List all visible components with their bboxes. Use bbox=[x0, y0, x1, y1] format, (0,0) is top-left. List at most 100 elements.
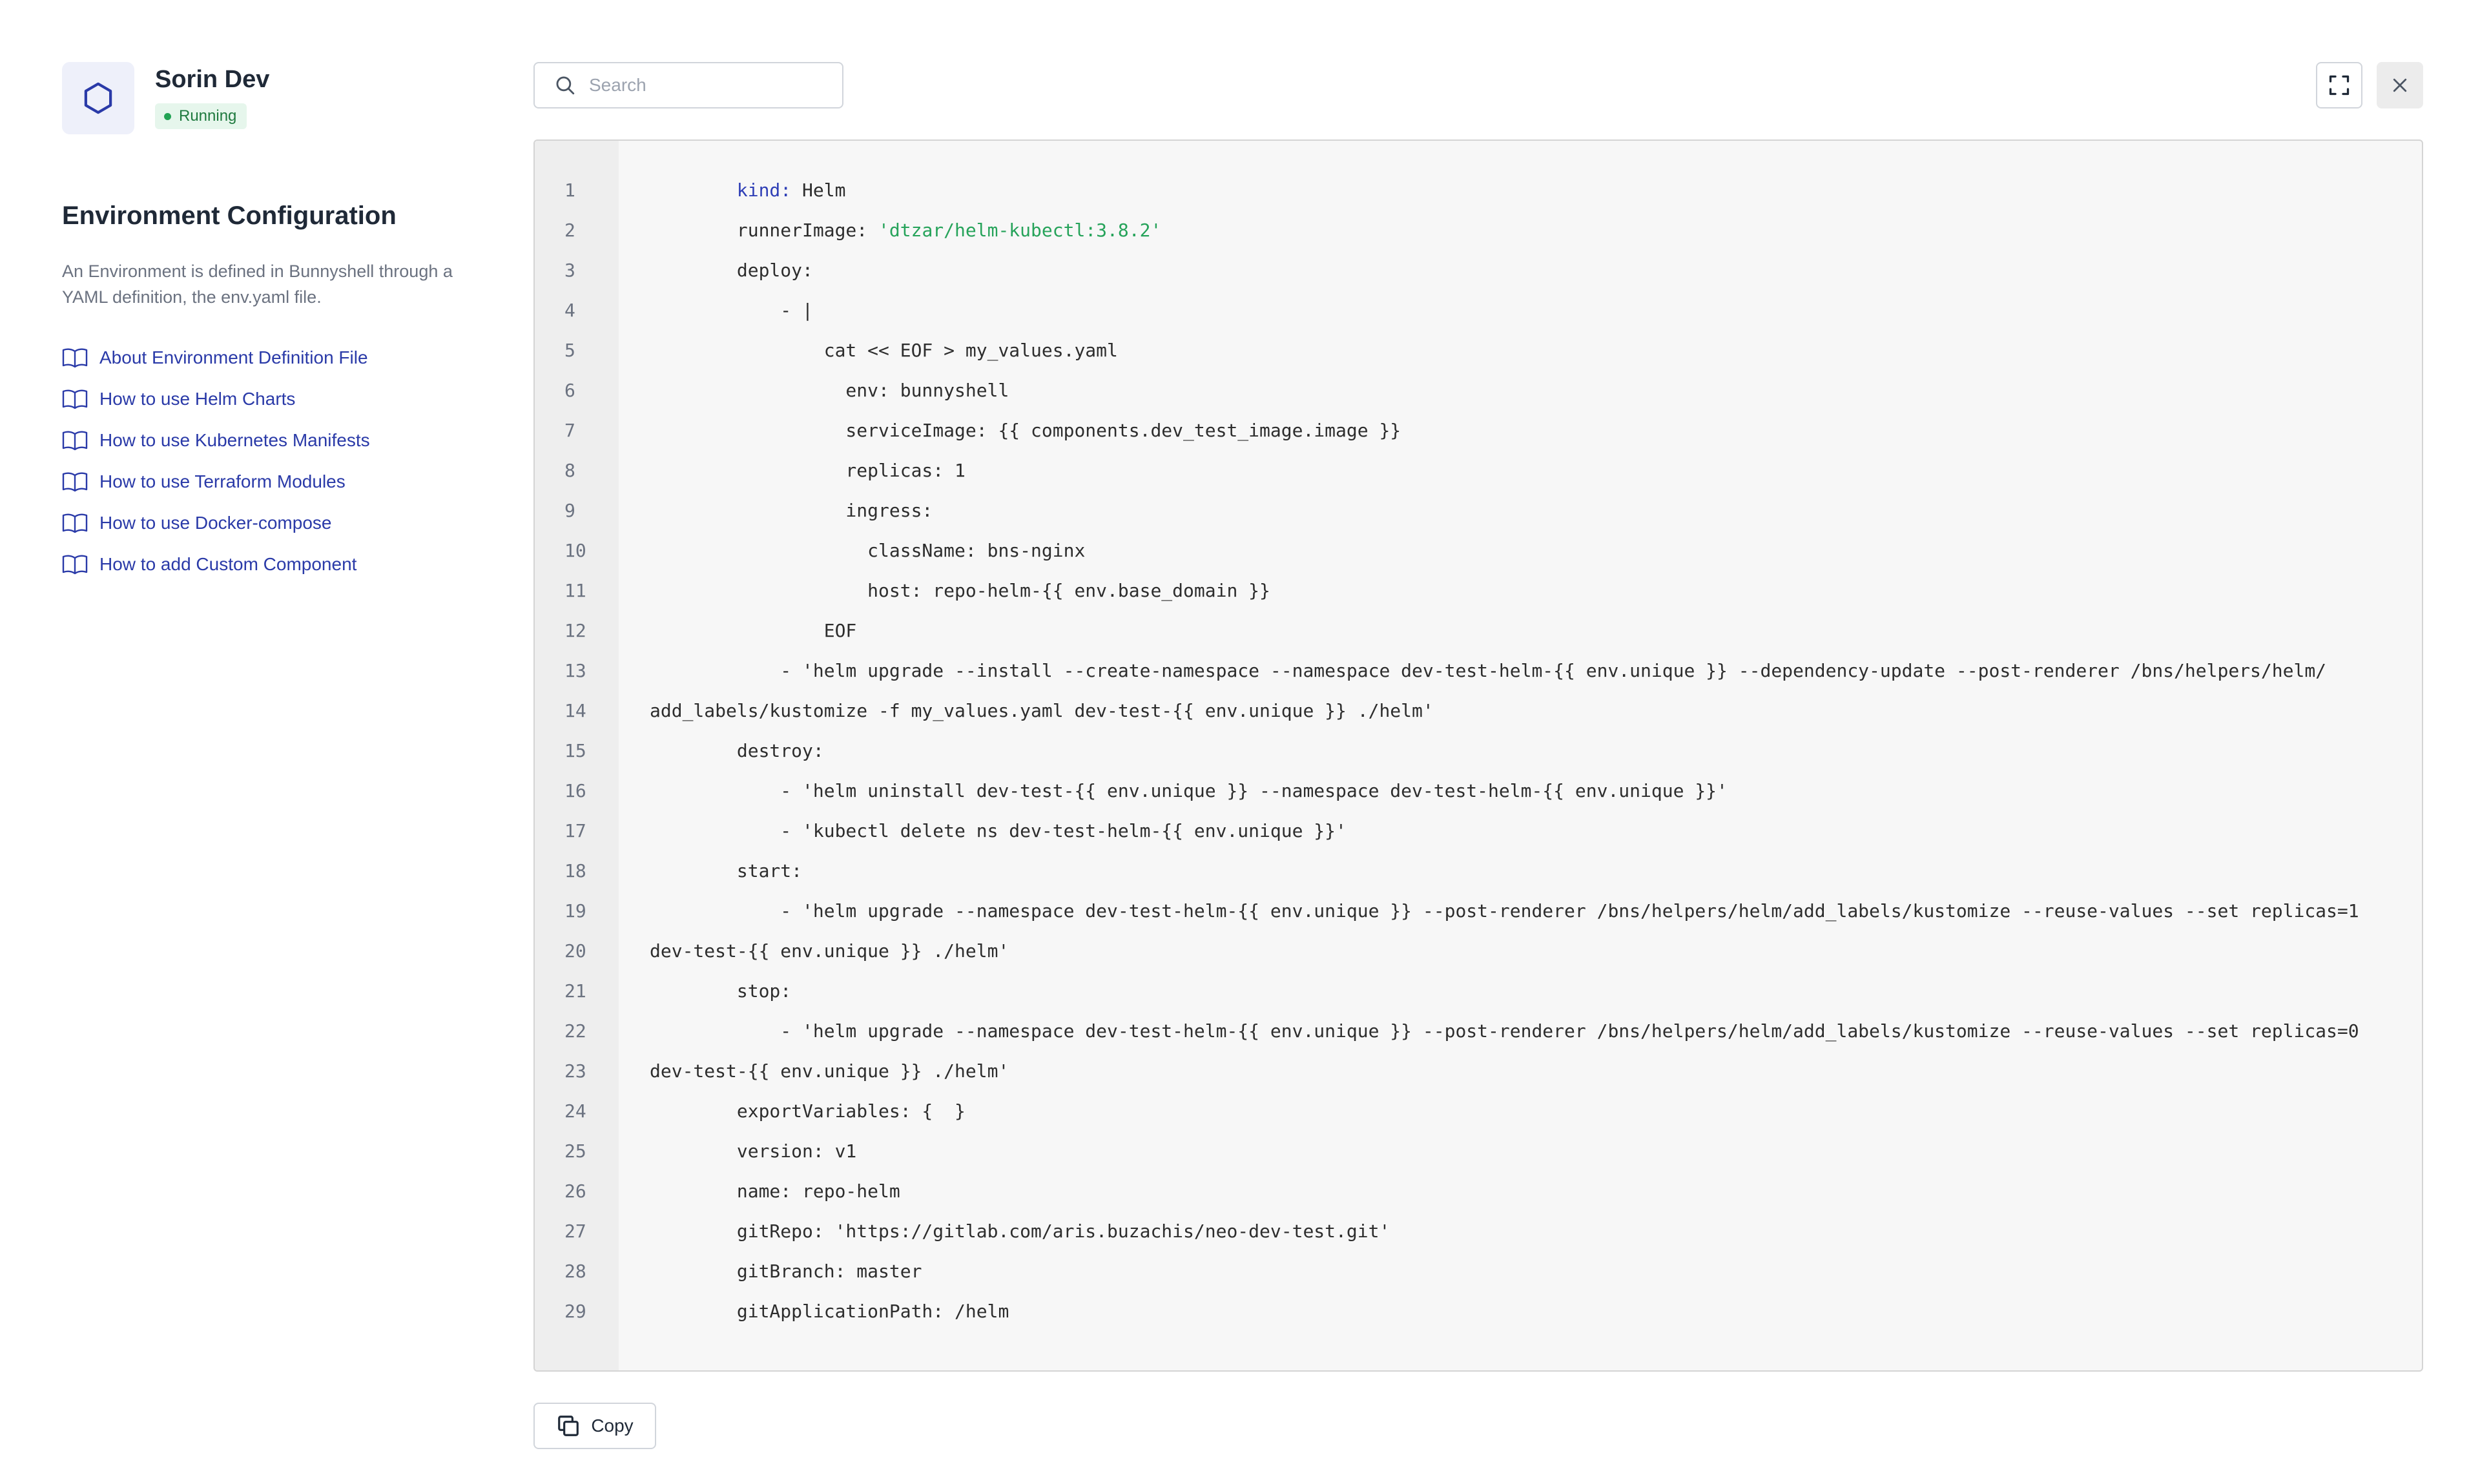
line-content: dev-test-{{ env.unique }} ./helm' bbox=[650, 931, 1009, 971]
code-line: 25 version: v1 bbox=[535, 1131, 2422, 1171]
code-line: 1 kind: Helm bbox=[535, 170, 2422, 211]
search-icon bbox=[556, 76, 575, 95]
documentation-links: About Environment Definition File How to… bbox=[62, 337, 370, 585]
yaml-text-token: - 'helm upgrade --namespace dev-test-hel… bbox=[650, 1020, 2359, 1042]
line-content: start: bbox=[650, 851, 802, 891]
line-content: exportVariables: { } bbox=[650, 1091, 966, 1131]
line-content: gitRepo: 'https://gitlab.com/aris.buzach… bbox=[650, 1211, 1390, 1252]
line-content: add_labels/kustomize -f my_values.yaml d… bbox=[650, 691, 1434, 731]
code-line: 16 - 'helm uninstall dev-test-{{ env.uni… bbox=[535, 771, 2422, 811]
line-number: 11 bbox=[564, 580, 586, 601]
yaml-editor[interactable]: 1 kind: Helm 2 runnerImage: 'dtzar/helm-k… bbox=[533, 139, 2423, 1372]
yaml-text-token: destroy: bbox=[650, 740, 824, 761]
line-content: className: bns-nginx bbox=[650, 531, 1085, 571]
line-content: cat << EOF > my_values.yaml bbox=[650, 331, 1118, 371]
doc-link-custom-component[interactable]: How to add Custom Component bbox=[62, 544, 370, 585]
doc-link-label: How to use Terraform Modules bbox=[99, 471, 346, 491]
code-line: 24 exportVariables: { } bbox=[535, 1091, 2422, 1131]
code-line: 27 gitRepo: 'https://gitlab.com/aris.buz… bbox=[535, 1211, 2422, 1252]
line-content: runnerImage: 'dtzar/helm-kubectl:3.8.2' bbox=[650, 211, 1161, 251]
line-number: 28 bbox=[564, 1261, 586, 1282]
line-number: 12 bbox=[564, 620, 586, 641]
code-line: 5 cat << EOF > my_values.yaml bbox=[535, 331, 2422, 371]
doc-link-helm-charts[interactable]: How to use Helm Charts bbox=[62, 378, 370, 420]
line-content: - 'helm upgrade --namespace dev-test-hel… bbox=[650, 1011, 2359, 1051]
line-number: 27 bbox=[564, 1221, 586, 1242]
line-number: 10 bbox=[564, 540, 586, 561]
line-number: 13 bbox=[564, 660, 586, 681]
line-number: 22 bbox=[564, 1020, 586, 1042]
book-icon bbox=[62, 513, 88, 533]
doc-link-terraform-modules[interactable]: How to use Terraform Modules bbox=[62, 461, 370, 502]
code-line: 4 - | bbox=[535, 291, 2422, 331]
code-line: 20 dev-test-{{ env.unique }} ./helm' bbox=[535, 931, 2422, 971]
fullscreen-button[interactable] bbox=[2316, 62, 2362, 108]
yaml-text-token: deploy: bbox=[650, 260, 813, 281]
code-line: 18 start: bbox=[535, 851, 2422, 891]
line-number: 20 bbox=[564, 940, 586, 962]
yaml-text-token: env: bunnyshell bbox=[650, 380, 1009, 401]
copy-button[interactable]: Copy bbox=[533, 1403, 656, 1449]
yaml-text-token: - 'helm uninstall dev-test-{{ env.unique… bbox=[650, 780, 1728, 801]
section-title: Environment Configuration bbox=[62, 201, 397, 230]
line-content: replicas: 1 bbox=[650, 451, 966, 491]
code-line: 28 gitBranch: master bbox=[535, 1252, 2422, 1292]
line-content: EOF bbox=[650, 611, 857, 651]
doc-link-environment-definition[interactable]: About Environment Definition File bbox=[62, 337, 370, 378]
line-number: 2 bbox=[564, 220, 575, 241]
line-number: 8 bbox=[564, 460, 575, 481]
code-line: 22 - 'helm upgrade --namespace dev-test-… bbox=[535, 1011, 2422, 1051]
yaml-text-token: className: bns-nginx bbox=[650, 540, 1086, 561]
line-number: 16 bbox=[564, 780, 586, 801]
doc-link-kubernetes-manifests[interactable]: How to use Kubernetes Manifests bbox=[62, 420, 370, 461]
yaml-text-token: exportVariables: { } bbox=[650, 1100, 966, 1122]
search-input[interactable] bbox=[588, 74, 836, 96]
environment-header: Sorin Dev Running bbox=[62, 62, 269, 134]
line-content: - 'kubectl delete ns dev-test-helm-{{ en… bbox=[650, 811, 1347, 851]
doc-link-docker-compose[interactable]: How to use Docker-compose bbox=[62, 502, 370, 544]
yaml-text-token: - 'helm upgrade --namespace dev-test-hel… bbox=[650, 900, 2359, 922]
book-icon bbox=[62, 555, 88, 575]
code-line: 9 ingress: bbox=[535, 491, 2422, 531]
line-content: - | bbox=[650, 291, 813, 331]
code-line: 19 - 'helm upgrade --namespace dev-test-… bbox=[535, 891, 2422, 931]
yaml-text-token: - | bbox=[650, 300, 813, 321]
line-number: 6 bbox=[564, 380, 575, 401]
line-content: dev-test-{{ env.unique }} ./helm' bbox=[650, 1051, 1009, 1091]
yaml-text-token: name: repo-helm bbox=[650, 1180, 900, 1202]
code-line: 14 add_labels/kustomize -f my_values.yaml… bbox=[535, 691, 2422, 731]
yaml-text-token: - 'kubectl delete ns dev-test-helm-{{ en… bbox=[650, 820, 1347, 841]
code-line: 15 destroy: bbox=[535, 731, 2422, 771]
line-number: 26 bbox=[564, 1180, 586, 1202]
code-line: 21 stop: bbox=[535, 971, 2422, 1011]
line-content: - 'helm upgrade --namespace dev-test-hel… bbox=[650, 891, 2359, 931]
code-line: 13 - 'helm upgrade --install --create-na… bbox=[535, 651, 2422, 691]
line-content: stop: bbox=[650, 971, 791, 1011]
expand-icon bbox=[2329, 75, 2350, 96]
search-box[interactable] bbox=[533, 62, 843, 108]
hexagon-icon bbox=[84, 82, 112, 114]
line-content: version: v1 bbox=[650, 1131, 856, 1171]
code-line: 11 host: repo-helm-{{ env.base_domain }} bbox=[535, 571, 2422, 611]
book-icon bbox=[62, 348, 88, 368]
yaml-string-token: 'dtzar/helm-kubectl:3.8.2' bbox=[878, 220, 1162, 241]
line-number: 9 bbox=[564, 500, 575, 521]
environment-name: Sorin Dev bbox=[155, 66, 270, 93]
close-button[interactable] bbox=[2377, 62, 2423, 108]
code-line: 12 EOF bbox=[535, 611, 2422, 651]
doc-link-label: How to use Kubernetes Manifests bbox=[99, 430, 370, 450]
line-number: 1 bbox=[564, 180, 575, 201]
yaml-text-token: replicas: 1 bbox=[650, 460, 966, 481]
line-content: gitApplicationPath: /helm bbox=[650, 1292, 1009, 1332]
yaml-text-token: add_labels/kustomize -f my_values.yaml d… bbox=[650, 700, 1434, 721]
line-number: 14 bbox=[564, 700, 586, 721]
code-line: 2 runnerImage: 'dtzar/helm-kubectl:3.8.2… bbox=[535, 211, 2422, 251]
book-icon bbox=[62, 389, 88, 409]
yaml-text-token: gitBranch: master bbox=[650, 1261, 922, 1282]
line-number: 25 bbox=[564, 1140, 586, 1162]
yaml-text-token: EOF bbox=[650, 620, 857, 641]
doc-link-label: How to add Custom Component bbox=[99, 554, 357, 574]
line-content: destroy: bbox=[650, 731, 824, 771]
doc-link-label: About Environment Definition File bbox=[99, 347, 368, 367]
environment-meta: Sorin Dev Running bbox=[155, 62, 269, 129]
